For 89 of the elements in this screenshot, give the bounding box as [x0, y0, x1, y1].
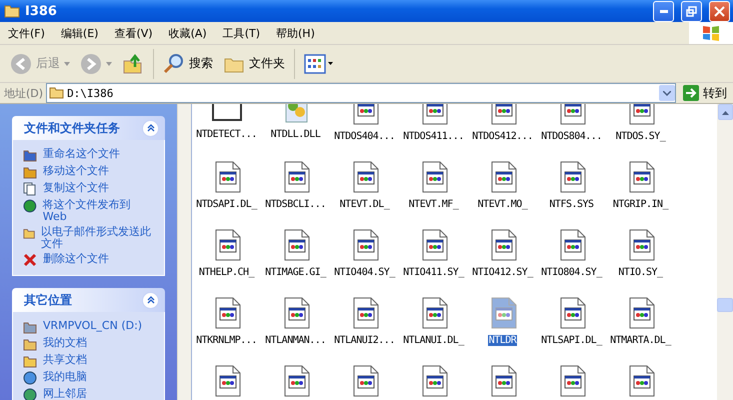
dropdown-caret-icon — [64, 62, 70, 66]
caret-up-icon — [722, 110, 728, 114]
file-item[interactable]: NTLSAPI.DL_ — [537, 293, 606, 361]
double-chevron-icon — [146, 296, 154, 304]
chevron-down-icon — [663, 90, 671, 96]
file-item[interactable]: NTIO404.SY_ — [330, 225, 399, 293]
task-link[interactable]: 共享文档 — [23, 354, 156, 368]
folder-icon — [23, 337, 37, 351]
file-item[interactable]: NTDOS.SY_ — [606, 104, 675, 157]
collapse-button[interactable] — [142, 120, 159, 136]
delete-x-icon — [23, 253, 37, 267]
globe-icon — [23, 199, 37, 213]
file-item[interactable]: NTIO412.SY_ — [468, 225, 537, 293]
task-link[interactable]: 删除这个文件 — [23, 253, 156, 267]
restore-button[interactable] — [681, 0, 702, 22]
folder-icon — [49, 87, 64, 99]
collapse-button[interactable] — [142, 292, 159, 308]
monitor-icon — [23, 371, 37, 385]
pages-icon — [23, 182, 37, 196]
folder-icon — [23, 165, 37, 179]
file-item[interactable]: NTEVT.MF_ — [399, 157, 468, 225]
file-item[interactable]: NTDSAPI.DL_ — [192, 157, 261, 225]
folder-icon — [4, 4, 20, 18]
folder-icon — [23, 320, 37, 334]
file-item[interactable]: NTLANUI2... — [330, 293, 399, 361]
scroll-thumb[interactable] — [717, 298, 733, 312]
task-link[interactable]: 将这个文件发布到 Web — [23, 199, 156, 223]
folder-icon — [23, 148, 37, 162]
window-title: I386 — [25, 4, 58, 18]
task-link[interactable]: 复制这个文件 — [23, 182, 156, 196]
file-item[interactable]: NTDETECT... — [192, 104, 261, 157]
menu-item[interactable]: 帮助(H) — [268, 26, 323, 40]
folder-icon — [23, 354, 37, 368]
go-button[interactable]: 转到 — [679, 84, 731, 102]
file-item[interactable]: NTIO804.SY_ — [537, 225, 606, 293]
menu-item[interactable]: 工具(T) — [214, 26, 268, 40]
file-item[interactable]: NTDLL.DLL — [261, 104, 330, 157]
file-item[interactable]: NTGRIP.IN_ — [606, 157, 675, 225]
menu-item[interactable]: 查看(V) — [106, 26, 161, 40]
file-item[interactable]: NTIMAGE.GI_ — [261, 225, 330, 293]
windows-logo — [689, 22, 733, 44]
panel-title: 文件和文件夹任务 — [24, 120, 120, 136]
address-label: 地址(D) — [4, 86, 44, 100]
task-link[interactable]: 以电子邮件形式发送此文件 — [23, 226, 156, 250]
file-item[interactable]: NTLANUI.DL_ — [399, 293, 468, 361]
minimize-icon — [660, 10, 668, 12]
menu-item[interactable]: 收藏(A) — [160, 26, 215, 40]
folder-up-icon — [122, 52, 144, 74]
dropdown-button[interactable] — [659, 85, 675, 101]
file-item[interactable]: NTDOS804... — [537, 104, 606, 157]
file-item[interactable]: NTEVT.DL_ — [330, 157, 399, 225]
scroll-up-button[interactable] — [718, 104, 732, 120]
file-item[interactable]: NTIO.SY_ — [606, 225, 675, 293]
menu-item[interactable]: 文件(F) — [0, 26, 53, 40]
views-icon — [304, 54, 334, 74]
restore-icon — [686, 6, 697, 16]
dropdown-caret-icon — [106, 62, 112, 66]
folder-icon — [23, 226, 36, 240]
scrollbar[interactable] — [717, 104, 733, 400]
file-item[interactable]: NTHELP.CH_ — [192, 225, 261, 293]
file-item[interactable]: NTLANMAN... — [261, 293, 330, 361]
file-item[interactable]: NTFS.SYS — [537, 157, 606, 225]
file-item[interactable]: NTLDR — [468, 293, 537, 361]
menu-item[interactable]: 编辑(E) — [52, 26, 106, 40]
double-chevron-icon — [146, 124, 154, 132]
task-link[interactable]: 重命名这个文件 — [23, 148, 156, 162]
panel-title: 其它位置 — [24, 292, 72, 308]
task-link[interactable]: VRMPVOL_CN (D:) — [23, 320, 156, 334]
close-button[interactable] — [709, 0, 730, 22]
search-icon — [163, 52, 185, 74]
scrollbar[interactable] — [177, 104, 191, 400]
close-icon — [714, 6, 725, 16]
globe-icon — [23, 388, 37, 400]
task-link[interactable]: 移动这个文件 — [23, 165, 156, 179]
file-item[interactable]: NTDSBCLI... — [261, 157, 330, 225]
file-item[interactable]: NTMARTA.DL_ — [606, 293, 675, 361]
file-item[interactable]: NTDOS411... — [399, 104, 468, 157]
task-link[interactable]: 我的电脑 — [23, 371, 156, 385]
arrow-icon — [683, 85, 699, 101]
search-button[interactable]: 搜索 — [159, 48, 217, 80]
file-item[interactable]: NTIO411.SY_ — [399, 225, 468, 293]
file-item[interactable]: NTKRNLMP... — [192, 293, 261, 361]
task-link[interactable]: 网上邻居 — [23, 388, 156, 400]
minimize-button[interactable] — [653, 0, 674, 22]
task-link[interactable]: 我的文档 — [23, 337, 156, 351]
folders-button[interactable]: 文件夹 — [219, 48, 289, 80]
file-item[interactable]: NTDOS412... — [468, 104, 537, 157]
file-item[interactable]: NTDOS404... — [330, 104, 399, 157]
file-item[interactable]: NTEVT.MO_ — [468, 157, 537, 225]
